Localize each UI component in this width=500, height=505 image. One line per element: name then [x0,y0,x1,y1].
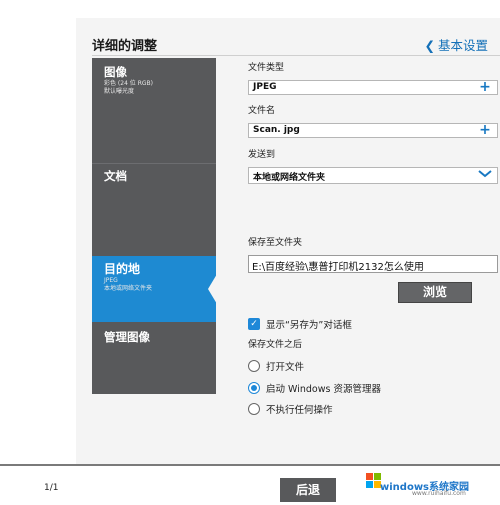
page-indicator: 1/1 [44,483,59,493]
basic-settings-label: 基本设置 [437,38,488,53]
footer-divider [0,464,500,466]
chevron-left-icon: ❮ [424,38,435,53]
sidebar-item-destination[interactable]: 目的地 JPEG 本地或网络文件夹 [92,256,216,322]
file-type-label: 文件类型 [248,63,285,73]
browse-button[interactable]: 浏览 [398,282,472,303]
show-save-as-checkbox[interactable]: ✓ [248,318,260,330]
show-save-as-label: 显示“另存为”对话框 [266,320,352,331]
chevron-down-icon[interactable] [473,168,497,183]
header-divider [92,55,500,56]
file-name-value: Scan. jpg [253,125,300,135]
watermark-url: www.ruihaifu.com [412,490,466,497]
send-to-value: 本地或网络文件夹 [253,173,326,183]
send-to-label: 发送到 [248,150,276,160]
save-folder-label: 保存至文件夹 [248,238,303,248]
page-title: 详细的调整 [92,39,158,54]
sidebar: 图像 彩色 (24 位 RGB) 默认曝光度 文档 目的地 JPEG 本地或网络… [92,58,217,394]
plus-icon[interactable]: + [473,123,497,137]
option-label: 启动 Windows 资源管理器 [266,384,381,395]
radio-launch-explorer[interactable] [248,382,260,394]
back-button[interactable]: 后退 [280,478,336,502]
after-save-label: 保存文件之后 [248,340,303,350]
file-name-field[interactable]: Scan. jpg + [248,123,498,138]
file-name-label: 文件名 [248,106,276,116]
sidebar-item-label: 管理图像 [104,330,150,344]
plus-icon[interactable]: + [473,80,497,94]
save-folder-value: E:\百度经验\惠普打印机2132怎么使用 [252,262,424,273]
sidebar-item-document[interactable]: 文档 [92,164,216,256]
radio-open-file[interactable] [248,360,260,372]
send-to-select[interactable]: 本地或网络文件夹 [248,167,498,184]
sidebar-item-label: 图像 [104,65,127,79]
file-type-field[interactable]: JPEG + [248,80,498,95]
sidebar-item-manage-images[interactable]: 管理图像 [92,322,216,394]
file-type-value: JPEG [253,82,277,92]
sidebar-item-subtitle: 本地或网络文件夹 [104,285,153,292]
basic-settings-link[interactable]: ❮ 基本设置 [425,35,489,54]
option-label: 打开文件 [266,362,305,373]
radio-do-nothing[interactable] [248,403,260,415]
option-label: 不执行任何操作 [266,405,333,416]
active-indicator [208,274,217,304]
sidebar-item-label: 目的地 [104,262,141,276]
sidebar-item-subtitle: 彩色 (24 位 RGB) [104,80,153,87]
sidebar-item-subtitle: 默认曝光度 [104,88,135,95]
save-folder-path[interactable]: E:\百度经验\惠普打印机2132怎么使用 [248,255,498,273]
sidebar-item-subtitle: JPEG [104,277,118,284]
sidebar-item-label: 文档 [104,169,127,183]
sidebar-item-image[interactable]: 图像 彩色 (24 位 RGB) 默认曝光度 [92,58,216,163]
